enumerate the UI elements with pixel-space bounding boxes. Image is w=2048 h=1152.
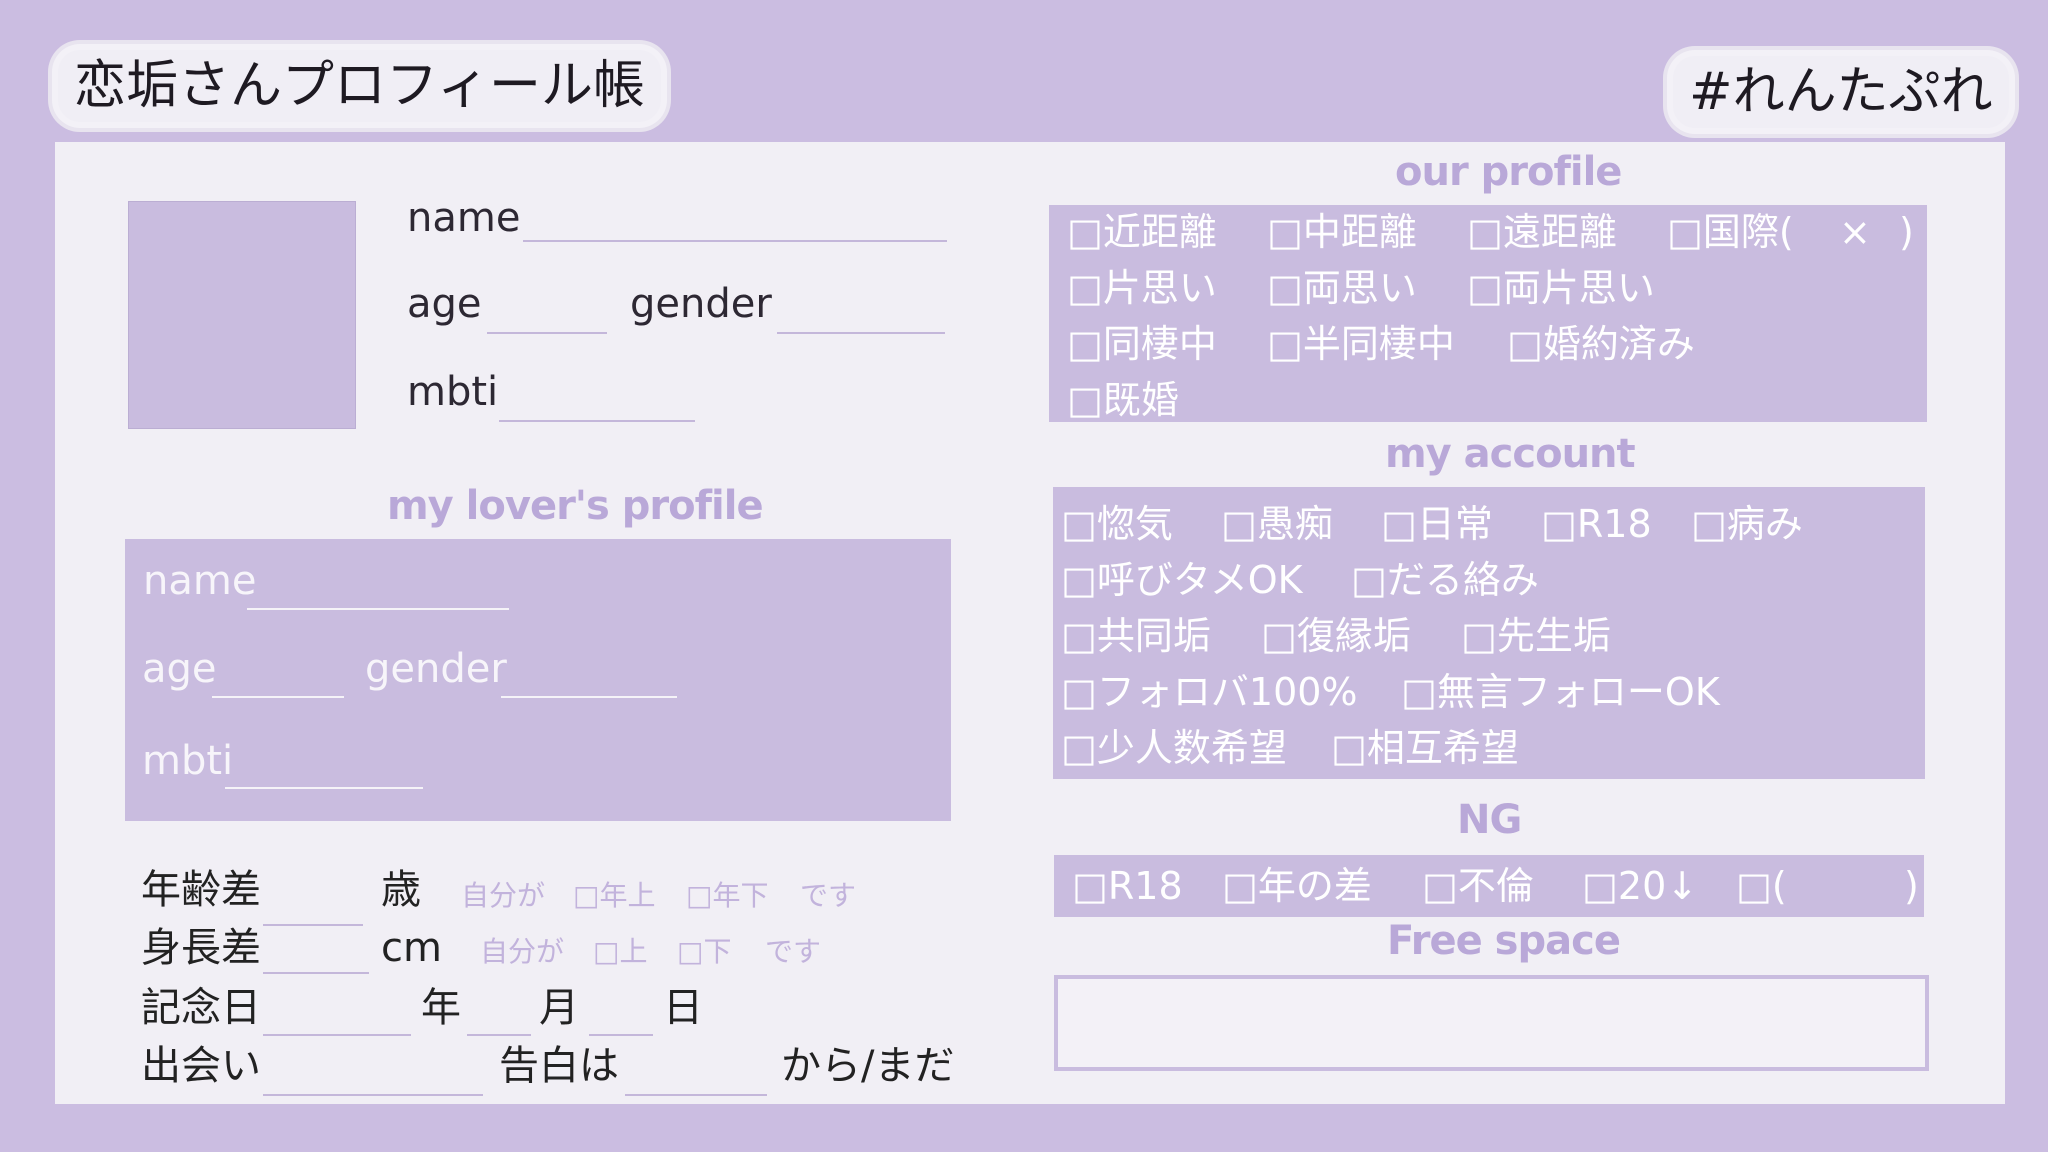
age-field[interactable] bbox=[487, 332, 607, 334]
checkbox-ng-affair[interactable]: □不倫 bbox=[1422, 867, 1534, 905]
checkbox-noroke[interactable]: □惚気 bbox=[1061, 505, 1173, 543]
confession-label: 告白は bbox=[499, 1043, 619, 1089]
gender-label: gender bbox=[630, 281, 772, 327]
lover-profile-title: my lover's profile bbox=[387, 483, 764, 529]
lover-mbti-field[interactable] bbox=[225, 787, 423, 789]
ng-title: NG bbox=[1457, 797, 1522, 843]
meeting-field[interactable] bbox=[263, 1094, 483, 1096]
checkbox-small-group[interactable]: □少人数希望 bbox=[1061, 729, 1287, 767]
my-account-title: my account bbox=[1385, 431, 1636, 477]
name-label: name bbox=[407, 195, 521, 241]
lover-age-field[interactable] bbox=[212, 696, 344, 698]
checkbox-one-sided[interactable]: □片思い bbox=[1067, 269, 1217, 307]
checkbox-international[interactable]: □国際( bbox=[1667, 213, 1794, 251]
age-younger-checkbox[interactable]: □年下 bbox=[686, 882, 768, 910]
page-title: 恋垢さんプロフィール帳 bbox=[58, 50, 661, 122]
checkbox-daily[interactable]: □日常 bbox=[1381, 505, 1493, 543]
anniversary-label: 記念日 bbox=[141, 985, 261, 1031]
age-gap-label: 年齢差 bbox=[141, 867, 261, 913]
checkbox-living-together[interactable]: □同棲中 bbox=[1067, 325, 1217, 363]
height-gap-label: 身長差 bbox=[141, 925, 261, 971]
height-note-desu: です bbox=[765, 935, 822, 968]
profile-card: name age gender mbti my lover's profile … bbox=[55, 142, 2005, 1104]
checkbox-tame-ok[interactable]: □呼びタメOK bbox=[1061, 561, 1303, 599]
height-gap-field[interactable] bbox=[263, 972, 369, 974]
checkbox-mutual-follow[interactable]: □相互希望 bbox=[1331, 729, 1519, 767]
age-note-self: 自分が bbox=[461, 879, 546, 912]
our-profile-title: our profile bbox=[1395, 149, 1622, 195]
lover-age-label: age bbox=[142, 646, 217, 692]
lover-name-label: name bbox=[143, 558, 257, 604]
mbti-label: mbti bbox=[407, 369, 499, 415]
lover-profile-panel: name age gender mbti bbox=[125, 539, 951, 821]
lover-mbti-label: mbti bbox=[142, 738, 234, 784]
checkbox-silent-follow[interactable]: □無言フォローOK bbox=[1401, 673, 1720, 711]
free-space-box[interactable] bbox=[1054, 975, 1929, 1071]
checkbox-darukarami[interactable]: □だる絡み bbox=[1351, 561, 1539, 599]
height-note-self: 自分が bbox=[480, 935, 565, 968]
anniversary-year: 年 bbox=[421, 985, 461, 1031]
photo-placeholder[interactable] bbox=[128, 201, 356, 429]
height-shorter-checkbox[interactable]: □下 bbox=[677, 938, 731, 966]
hashtag-label: #れんたぷれ bbox=[1673, 56, 2009, 128]
checkbox-long-distance[interactable]: □遠距離 bbox=[1467, 213, 1617, 251]
free-space-title: Free space bbox=[1387, 918, 1621, 964]
lover-name-field[interactable] bbox=[247, 608, 509, 610]
lover-gender-field[interactable] bbox=[501, 696, 677, 698]
anniversary-day: 日 bbox=[663, 985, 703, 1031]
confession-suffix: から/まだ bbox=[781, 1043, 955, 1089]
checkbox-married[interactable]: □既婚 bbox=[1067, 381, 1179, 419]
checkbox-followback[interactable]: □フォロバ100% bbox=[1061, 673, 1358, 711]
ng-panel: □R18 □年の差 □不倫 □20↓ □( ) bbox=[1054, 855, 1924, 917]
checkbox-shared-account[interactable]: □共同垢 bbox=[1061, 617, 1211, 655]
ng-other-close: ) bbox=[1904, 864, 1919, 908]
international-close: ) bbox=[1899, 210, 1914, 254]
gender-field[interactable] bbox=[777, 332, 945, 334]
checkbox-mutual-one-sided[interactable]: □両片思い bbox=[1467, 269, 1655, 307]
meeting-label: 出会い bbox=[141, 1043, 261, 1089]
checkbox-ng-r18[interactable]: □R18 bbox=[1072, 867, 1183, 905]
confession-field[interactable] bbox=[625, 1094, 767, 1096]
checkbox-reunion-account[interactable]: □復縁垢 bbox=[1261, 617, 1411, 655]
lover-gender-label: gender bbox=[365, 646, 507, 692]
checkbox-teacher-account[interactable]: □先生垢 bbox=[1461, 617, 1611, 655]
anniversary-month-field[interactable] bbox=[467, 1034, 531, 1036]
height-taller-checkbox[interactable]: □上 bbox=[593, 938, 647, 966]
age-note-desu: です bbox=[800, 879, 857, 912]
checkbox-short-distance[interactable]: □近距離 bbox=[1067, 213, 1217, 251]
age-gap-unit: 歳 bbox=[381, 867, 421, 913]
age-older-checkbox[interactable]: □年上 bbox=[573, 882, 655, 910]
anniversary-year-field[interactable] bbox=[263, 1034, 411, 1036]
checkbox-ng-under20[interactable]: □20↓ bbox=[1582, 867, 1698, 905]
name-field[interactable] bbox=[523, 240, 947, 242]
checkbox-mutual[interactable]: □両思い bbox=[1267, 269, 1417, 307]
checkbox-mid-distance[interactable]: □中距離 bbox=[1267, 213, 1417, 251]
mbti-field[interactable] bbox=[499, 420, 695, 422]
age-label: age bbox=[407, 281, 482, 327]
checkbox-r18[interactable]: □R18 bbox=[1541, 505, 1652, 543]
anniversary-month: 月 bbox=[539, 985, 579, 1031]
age-gap-field[interactable] bbox=[263, 924, 363, 926]
checkbox-yami[interactable]: □病み bbox=[1691, 505, 1803, 543]
checkbox-ng-age-gap[interactable]: □年の差 bbox=[1222, 867, 1372, 905]
my-account-panel: □惚気 □愚痴 □日常 □R18 □病み □呼びタメOK □だる絡み □共同垢 … bbox=[1053, 487, 1925, 779]
checkbox-engaged[interactable]: □婚約済み bbox=[1507, 325, 1695, 363]
anniversary-day-field[interactable] bbox=[589, 1034, 653, 1036]
checkbox-semi-living[interactable]: □半同棲中 bbox=[1267, 325, 1455, 363]
height-gap-unit: cm bbox=[381, 925, 442, 971]
checkbox-ng-other[interactable]: □( bbox=[1736, 867, 1787, 905]
international-cross: × bbox=[1839, 210, 1871, 254]
checkbox-guchi[interactable]: □愚痴 bbox=[1221, 505, 1333, 543]
our-profile-panel: □近距離 □中距離 □遠距離 □国際( × ) □片思い □両思い □両片思い … bbox=[1049, 205, 1927, 422]
